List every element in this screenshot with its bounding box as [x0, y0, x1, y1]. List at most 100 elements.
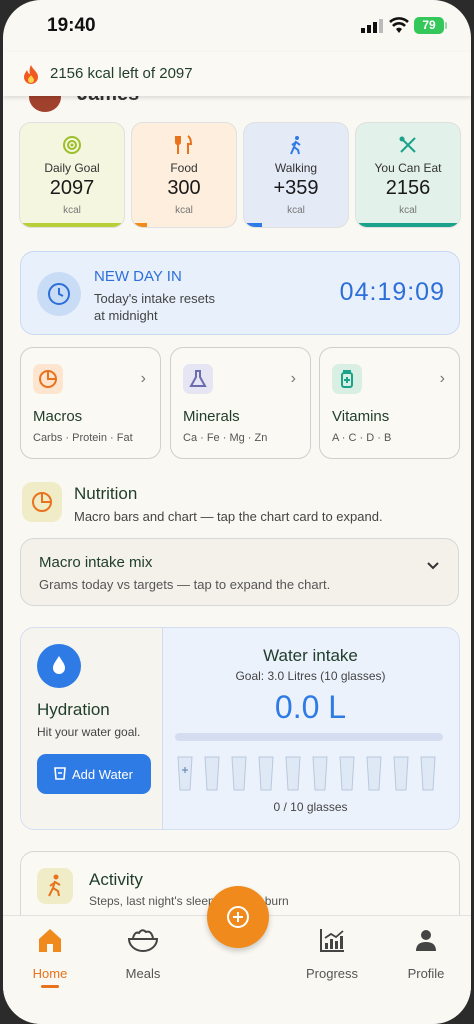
- stats-row: Daily Goal 2097 kcal Food 300 kcal Walki…: [19, 122, 461, 228]
- activity-title: Activity: [89, 870, 143, 889]
- cup-icon: [54, 767, 66, 780]
- fork-knife-icon: [175, 135, 193, 154]
- new-day-card: NEW DAY IN Today's intake resets at midn…: [20, 251, 460, 335]
- glass-icon[interactable]: [285, 756, 301, 791]
- walking-icon: [290, 136, 301, 155]
- plus-icon: [227, 906, 249, 928]
- chevron-right-icon: ›: [439, 370, 445, 387]
- water-progress-bar: [175, 733, 443, 741]
- stat-you-can-eat[interactable]: You Can Eat 2156 kcal: [355, 122, 461, 228]
- battery-icon: 79: [414, 17, 447, 34]
- status-time: 19:40: [47, 15, 96, 36]
- stat-unit: kcal: [287, 205, 305, 216]
- category-name: Vitamins: [332, 408, 390, 425]
- nutrition-subtitle: Macro bars and chart — tap the chart car…: [74, 509, 383, 524]
- stat-value: 300: [167, 177, 201, 199]
- profile-icon: [416, 930, 436, 951]
- stat-progress-line: [132, 223, 147, 227]
- glass-icon[interactable]: [204, 756, 220, 791]
- hydration-subtitle: Hit your water goal.: [37, 725, 141, 739]
- category-sub: A · C · D · B: [332, 432, 392, 444]
- nutrition-header: Nutrition Macro bars and chart — tap the…: [20, 480, 460, 530]
- glasses-count: 0 / 10 glasses: [273, 800, 348, 814]
- nav-label: Profile: [407, 966, 445, 981]
- category-sub: Ca · Fe · Mg · Zn: [183, 432, 268, 444]
- stat-daily-goal[interactable]: Daily Goal 2097 kcal: [19, 122, 125, 228]
- glass-icon[interactable]: [177, 756, 193, 791]
- macro-mix-title: Macro intake mix: [39, 554, 153, 571]
- stat-label: Daily Goal: [44, 161, 100, 175]
- stat-progress-line: [244, 223, 262, 227]
- walking-icon: [37, 868, 73, 904]
- stat-value: 2097: [49, 177, 95, 199]
- macro-mix-subtitle: Grams today vs targets — tap to expand t…: [39, 577, 331, 592]
- category-macros[interactable]: › Macros Carbs · Protein · Fat: [20, 347, 161, 459]
- stat-unit: kcal: [63, 205, 81, 216]
- status-bar: 19:40 79: [3, 0, 471, 50]
- hydration-panel: Hydration Hit your water goal. Add Water: [21, 628, 163, 829]
- app-screen: 19:40 79 2156 kcal left of 2097 James Da…: [3, 0, 471, 1024]
- add-water-label: Add Water: [72, 767, 133, 782]
- home-icon: [39, 929, 61, 952]
- glass-icon[interactable]: [420, 756, 436, 791]
- stat-label: You Can Eat: [374, 161, 442, 175]
- water-goal: Goal: 3.0 Litres (10 glasses): [235, 669, 386, 683]
- hydration-card: Hydration Hit your water goal. Add Water…: [20, 627, 460, 830]
- new-day-subtitle: Today's intake resets at midnight: [94, 291, 215, 323]
- glasses-row: [177, 756, 447, 792]
- stat-unit: kcal: [175, 205, 193, 216]
- chevron-down-icon: [427, 562, 439, 570]
- pie-icon: [22, 482, 62, 522]
- active-indicator: [41, 985, 59, 988]
- macro-mix-card[interactable]: Macro intake mix Grams today vs targets …: [20, 538, 459, 606]
- battery-level: 79: [422, 18, 436, 32]
- kcal-banner-text: 2156 kcal left of 2097: [50, 65, 193, 82]
- nav-label: Meals: [125, 966, 161, 981]
- nav-label: Progress: [305, 966, 359, 981]
- glass-icon[interactable]: [393, 756, 409, 791]
- chart-icon: [320, 929, 344, 952]
- stat-value: +359: [273, 177, 319, 199]
- category-vitamins[interactable]: › Vitamins A · C · D · B: [319, 347, 460, 459]
- wifi-icon: [389, 17, 409, 33]
- add-water-button[interactable]: Add Water: [37, 754, 151, 794]
- stat-progress-line: [356, 223, 460, 227]
- chevron-right-icon: ›: [140, 370, 146, 387]
- stat-unit: kcal: [399, 205, 417, 216]
- stat-value: 2156: [385, 177, 431, 199]
- category-sub: Carbs · Protein · Fat: [33, 432, 133, 444]
- nav-label: Home: [32, 966, 68, 981]
- pill-bottle-icon: [332, 364, 362, 394]
- water-intake-title: Water intake: [263, 646, 358, 665]
- signal-icon: [361, 19, 383, 33]
- countdown-timer: 04:19:09: [339, 278, 445, 306]
- bowl-icon: [127, 929, 159, 952]
- hydration-title: Hydration: [37, 700, 110, 719]
- water-value: 0.0 L: [274, 689, 347, 725]
- stat-food[interactable]: Food 300 kcal: [131, 122, 237, 228]
- glass-icon[interactable]: [312, 756, 328, 791]
- category-name: Minerals: [183, 408, 240, 425]
- stat-progress-line: [20, 223, 124, 227]
- stat-walking[interactable]: Walking +359 kcal: [243, 122, 349, 228]
- category-row: › Macros Carbs · Protein · Fat › Mineral…: [20, 347, 460, 459]
- chevron-right-icon: ›: [290, 370, 296, 387]
- new-day-title: NEW DAY IN: [94, 268, 182, 285]
- glass-icon[interactable]: [231, 756, 247, 791]
- flask-icon: [183, 364, 213, 394]
- glass-icon[interactable]: [258, 756, 274, 791]
- category-minerals[interactable]: › Minerals Ca · Fe · Mg · Zn: [170, 347, 311, 459]
- stat-label: Food: [170, 161, 198, 175]
- kcal-banner: 2156 kcal left of 2097: [3, 52, 471, 96]
- add-meal-fab[interactable]: [207, 886, 269, 948]
- utensils-cross-icon: [399, 136, 416, 153]
- stat-label: Walking: [274, 161, 318, 175]
- pie-icon: [33, 364, 63, 394]
- glass-icon[interactable]: [366, 756, 382, 791]
- water-drop-icon: [37, 644, 81, 688]
- clock-icon: [37, 272, 81, 316]
- nutrition-title: Nutrition: [74, 484, 138, 503]
- target-icon: [63, 136, 81, 154]
- glass-icon[interactable]: [339, 756, 355, 791]
- category-name: Macros: [33, 408, 83, 425]
